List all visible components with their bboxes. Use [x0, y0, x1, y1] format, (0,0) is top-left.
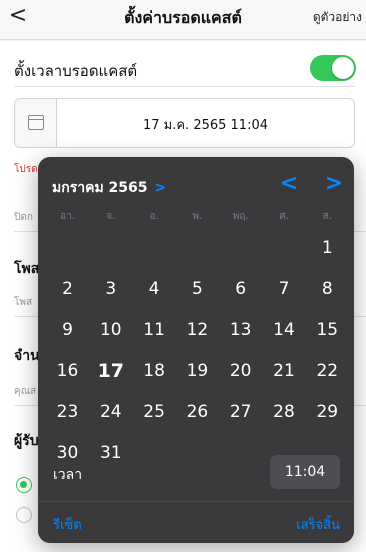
time-label: เวลา — [53, 467, 83, 483]
time-row: เวลา 11:04 — [38, 453, 354, 497]
day-cell[interactable]: 9 — [46, 311, 89, 349]
day-cell[interactable]: 19 — [176, 352, 219, 390]
navigation-bar: < ตั้งค่าบรอดแคสต์ ดูตัวอย่าง — [0, 0, 366, 40]
calendar-icon — [28, 115, 44, 130]
time-selector[interactable]: 11:04 — [270, 455, 340, 489]
chevron-right-icon: > — [154, 180, 167, 196]
day-cell[interactable]: 21 — [263, 352, 306, 390]
day-cell[interactable]: 20 — [219, 352, 262, 390]
radio-unselected[interactable] — [16, 507, 32, 523]
calendar-grid: 1 2 3 4 5 6 7 8 9 10 11 12 13 14 15 16 17 18 19 20 21 22 23 24 2… — [46, 229, 349, 463]
weekday-label: อ. — [149, 211, 159, 222]
date-time-field[interactable]: 17 ม.ค. 2565 11:04 — [14, 98, 355, 148]
date-value: 17 ม.ค. 2565 11:04 — [142, 118, 269, 133]
schedule-row: ตั้งเวลาบรอดแคสต์ — [14, 55, 356, 87]
day-cell[interactable]: 26 — [176, 393, 219, 431]
day-cell[interactable]: 2 — [46, 270, 89, 308]
month-title: มกราคม 2565 — [52, 180, 148, 196]
day-cell[interactable]: 24 — [89, 393, 132, 431]
weekday-label: ส. — [322, 211, 332, 222]
day-cell[interactable]: 29 — [306, 393, 349, 431]
partial-heading-4: จำน — [14, 348, 40, 364]
date-picker-popup: มกราคม 2565 > < > อา. จ. อ. พ. พฤ. ศ. ส. 12345… — [38, 157, 354, 543]
month-selector[interactable]: มกราคม 2565 > — [52, 177, 166, 199]
previous-month-button[interactable]: < — [277, 171, 301, 199]
radio-selected[interactable] — [16, 477, 32, 493]
day-cell[interactable]: 15 — [306, 311, 349, 349]
preview-button[interactable]: ดูตัวอย่าง — [313, 8, 362, 27]
partial-text-5: คุณส — [14, 386, 37, 397]
day-cell[interactable]: 14 — [263, 311, 306, 349]
day-cell[interactable]: 28 — [263, 393, 306, 431]
weekday-header: อา. จ. อ. พ. พฤ. ศ. ส. — [46, 209, 349, 225]
schedule-label: ตั้งเวลาบรอดแคสต์ — [14, 62, 138, 80]
schedule-toggle[interactable] — [310, 55, 356, 81]
done-button[interactable]: เสร็จสิ้น — [296, 514, 340, 535]
day-cell[interactable]: 27 — [219, 393, 262, 431]
day-cell[interactable]: 12 — [176, 311, 219, 349]
weekday-label: พฤ. — [232, 211, 249, 222]
day-cell[interactable]: 8 — [306, 270, 349, 308]
date-icon-box — [15, 99, 57, 147]
day-cell[interactable]: 6 — [219, 270, 262, 308]
day-cell[interactable]: 18 — [133, 352, 176, 390]
day-cell[interactable]: 25 — [133, 393, 176, 431]
day-cell[interactable]: 5 — [176, 270, 219, 308]
day-cell[interactable]: 23 — [46, 393, 89, 431]
day-cell-selected[interactable]: 17 — [89, 350, 132, 392]
partial-heading-2: โพส — [14, 261, 40, 277]
partial-text-3: โพส — [14, 297, 33, 308]
warning-note: โปรด — [14, 164, 38, 175]
reset-button[interactable]: รีเซ็ต — [53, 514, 82, 535]
partial-heading-6: ผู้รับ — [14, 433, 39, 449]
day-cell[interactable]: 3 — [89, 270, 132, 308]
day-cell[interactable]: 22 — [306, 352, 349, 390]
day-cell[interactable]: 4 — [133, 270, 176, 308]
partial-text-1: ปิดก — [14, 212, 33, 223]
weekday-label: อา. — [60, 211, 75, 222]
day-cell[interactable]: 7 — [263, 270, 306, 308]
weekday-label: ศ. — [279, 211, 289, 222]
divider — [38, 501, 354, 502]
weekday-label: จ. — [106, 211, 116, 222]
day-cell[interactable]: 13 — [219, 311, 262, 349]
next-month-button[interactable]: > — [322, 171, 346, 199]
toggle-knob — [332, 57, 354, 79]
day-cell[interactable]: 16 — [46, 352, 89, 390]
weekday-label: พ. — [192, 211, 203, 222]
page-title: ตั้งค่าบรอดแคสต์ — [124, 8, 242, 27]
day-cell[interactable]: 11 — [133, 311, 176, 349]
day-cell[interactable]: 10 — [89, 311, 132, 349]
day-cell[interactable]: 1 — [306, 229, 349, 267]
